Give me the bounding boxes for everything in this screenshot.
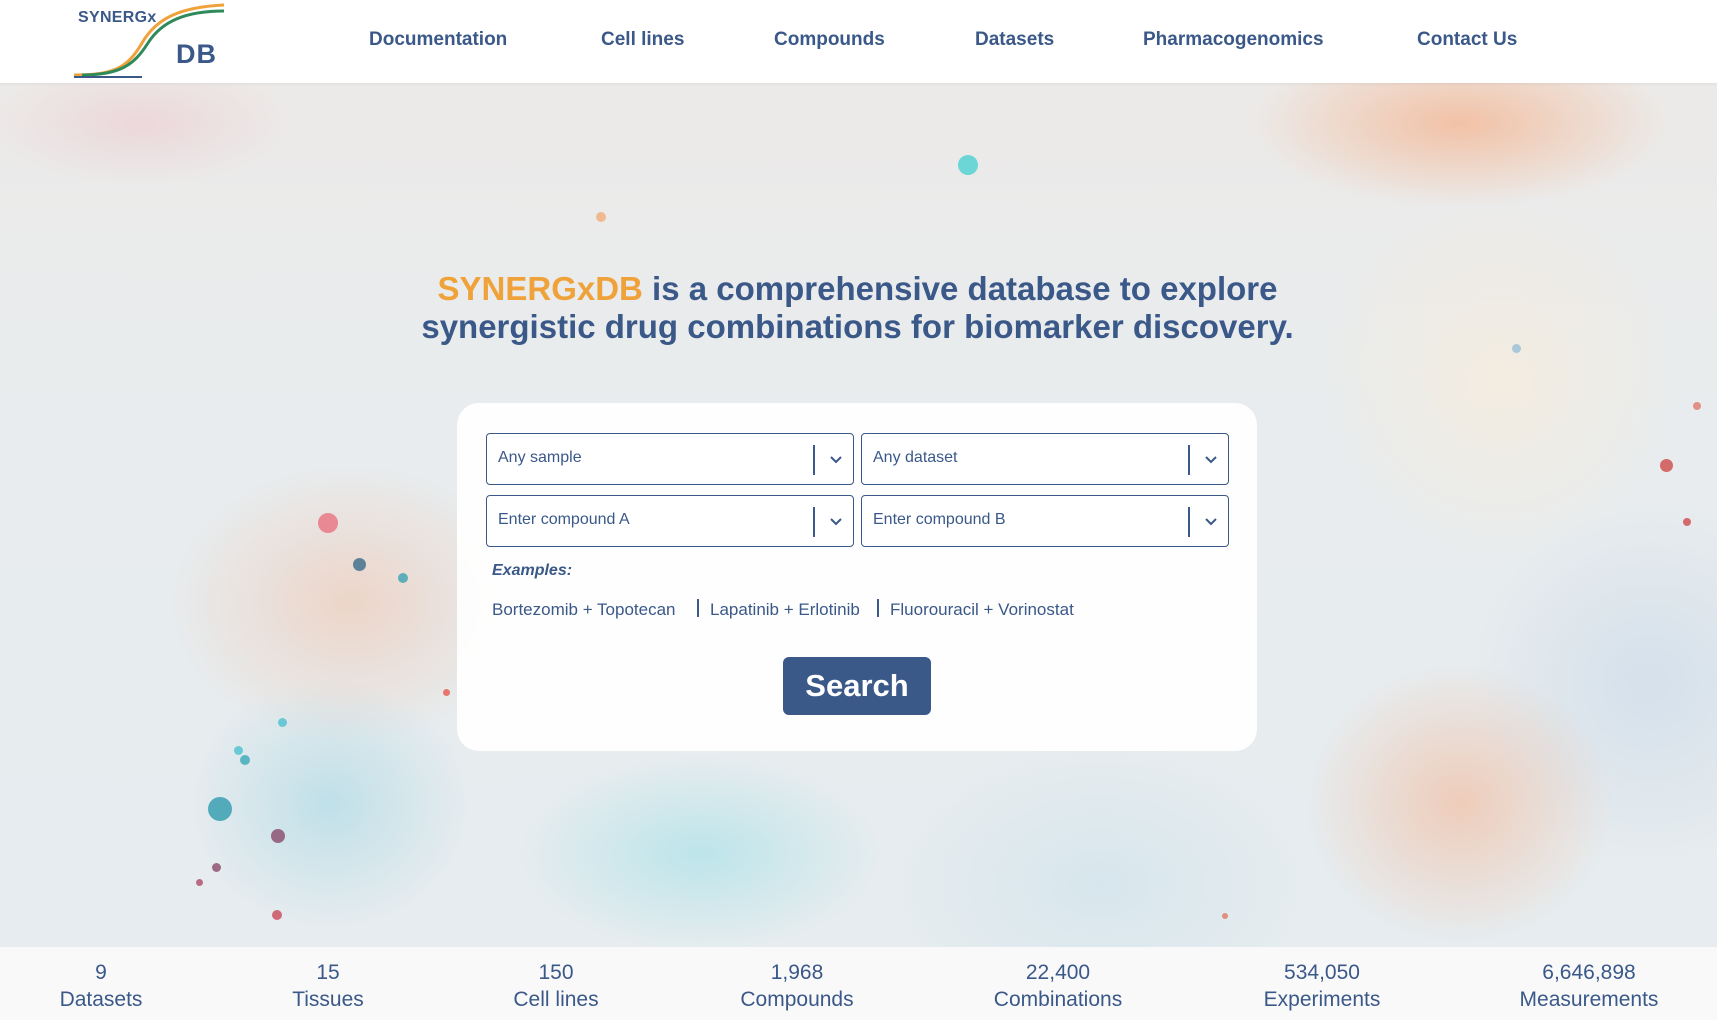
stat-tissues: 15 Tissues bbox=[268, 961, 388, 1015]
stat-label: Datasets bbox=[59, 988, 143, 1011]
nav-contact-us[interactable]: Contact Us bbox=[1417, 29, 1517, 51]
stat-combinations: 22,400 Combinations bbox=[972, 961, 1144, 1015]
select-separator bbox=[813, 507, 815, 537]
sample-select[interactable]: Any sample bbox=[486, 433, 854, 485]
example-lapatinib-erlotinib[interactable]: Lapatinib + Erlotinib bbox=[710, 600, 860, 620]
headline-brand: SYNERGxDB bbox=[437, 270, 643, 307]
example-bortezomib-topotecan[interactable]: Bortezomib + Topotecan bbox=[492, 600, 676, 620]
headline-line2: synergistic drug combinations for biomar… bbox=[421, 308, 1294, 345]
bg-dot bbox=[278, 718, 287, 727]
bg-dot bbox=[196, 879, 203, 886]
stat-label: Combinations bbox=[993, 988, 1123, 1011]
examples-label: Examples: bbox=[492, 562, 573, 579]
bg-dot bbox=[1512, 344, 1521, 353]
bg-dot bbox=[398, 573, 408, 583]
bg-dot bbox=[353, 558, 366, 571]
bg-dot bbox=[443, 689, 450, 696]
stat-compounds: 1,968 Compounds bbox=[718, 961, 876, 1015]
stats-bar: 9 Datasets 15 Tissues 150 Cell lines 1,9… bbox=[0, 947, 1717, 1020]
headline-line1: is a comprehensive database to explore bbox=[642, 270, 1278, 307]
compound-a-placeholder: Enter compound A bbox=[498, 511, 630, 528]
stat-value: 22,400 bbox=[1025, 961, 1091, 984]
bg-dot bbox=[272, 910, 282, 920]
stat-value: 15 bbox=[316, 961, 340, 984]
stat-measurements: 6,646,898 Measurements bbox=[1501, 961, 1677, 1015]
logo-text-db: DB bbox=[176, 39, 217, 69]
hero-headline: SYNERGxDB is a comprehensive database to… bbox=[330, 270, 1385, 346]
example-separator bbox=[877, 599, 879, 617]
bg-dot bbox=[596, 212, 606, 222]
compound-b-input[interactable]: Enter compound B bbox=[861, 495, 1229, 547]
bg-dot bbox=[1683, 518, 1691, 526]
stat-label: Tissues bbox=[292, 988, 364, 1011]
chevron-down-icon[interactable] bbox=[825, 448, 847, 470]
compound-a-input[interactable]: Enter compound A bbox=[486, 495, 854, 547]
example-fluorouracil-vorinostat[interactable]: Fluorouracil + Vorinostat bbox=[890, 600, 1074, 620]
chevron-down-icon[interactable] bbox=[1200, 510, 1222, 532]
bg-dot bbox=[318, 513, 338, 533]
stat-label: Compounds bbox=[740, 988, 854, 1011]
stat-value: 534,050 bbox=[1284, 961, 1360, 984]
bg-dot bbox=[234, 746, 243, 755]
chevron-down-icon[interactable] bbox=[825, 510, 847, 532]
bg-dot bbox=[240, 755, 250, 765]
nav-cell-lines[interactable]: Cell lines bbox=[601, 29, 684, 51]
nav-pharmacogenomics[interactable]: Pharmacogenomics bbox=[1143, 29, 1324, 51]
chevron-down-icon[interactable] bbox=[1200, 448, 1222, 470]
nav-documentation[interactable]: Documentation bbox=[369, 29, 507, 51]
bg-dot bbox=[1660, 459, 1673, 472]
sample-select-value: Any sample bbox=[498, 449, 582, 466]
select-separator bbox=[1188, 507, 1190, 537]
stat-label: Measurements bbox=[1519, 988, 1659, 1011]
search-card: Any sample Any dataset Enter compound A … bbox=[457, 403, 1257, 751]
bg-dot bbox=[958, 155, 978, 175]
synergxdb-logo[interactable]: SYNERGx DB bbox=[72, 3, 230, 79]
bg-dot bbox=[1693, 402, 1701, 410]
select-separator bbox=[813, 445, 815, 475]
stat-label: Cell lines bbox=[513, 988, 599, 1011]
bg-dot bbox=[1222, 913, 1228, 919]
select-separator bbox=[1188, 445, 1190, 475]
dataset-select[interactable]: Any dataset bbox=[861, 433, 1229, 485]
stat-label: Experiments bbox=[1263, 988, 1381, 1011]
bg-dot bbox=[271, 829, 285, 843]
stat-datasets: 9 Datasets bbox=[42, 961, 160, 1015]
stat-value: 150 bbox=[538, 961, 574, 984]
dataset-select-value: Any dataset bbox=[873, 449, 958, 466]
example-separator bbox=[697, 599, 699, 617]
stat-value: 6,646,898 bbox=[1542, 961, 1636, 984]
nav-compounds[interactable]: Compounds bbox=[774, 29, 885, 51]
nav-datasets[interactable]: Datasets bbox=[975, 29, 1054, 51]
bg-dot bbox=[208, 797, 232, 821]
stat-experiments: 534,050 Experiments bbox=[1241, 961, 1403, 1015]
site-header: SYNERGx DB Documentation Cell lines Comp… bbox=[0, 0, 1717, 83]
search-button[interactable]: Search bbox=[783, 657, 931, 715]
stat-cell-lines: 150 Cell lines bbox=[486, 961, 626, 1015]
compound-b-placeholder: Enter compound B bbox=[873, 511, 1006, 528]
stat-value: 1,968 bbox=[770, 961, 824, 984]
logo-text-synergx: SYNERGx bbox=[78, 9, 157, 26]
stat-value: 9 bbox=[95, 961, 107, 984]
bg-dot bbox=[212, 863, 221, 872]
